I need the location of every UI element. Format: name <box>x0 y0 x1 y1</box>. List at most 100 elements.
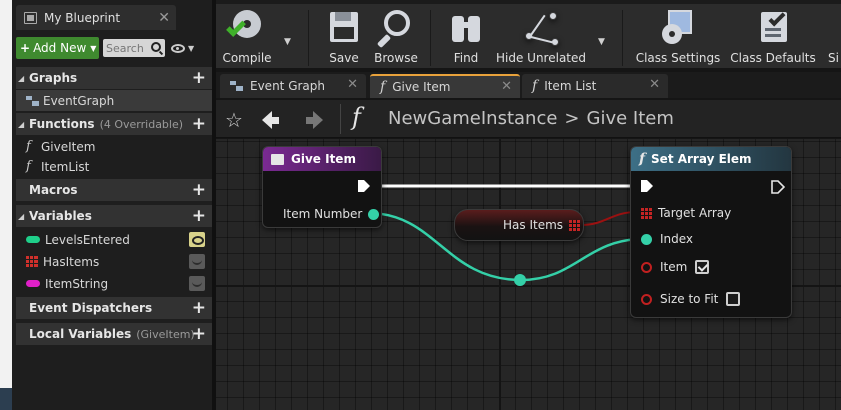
variable-item-itemstring[interactable]: ItemString <box>16 273 212 294</box>
breadcrumb: NewGameInstance > Give Item <box>388 108 674 129</box>
give-item-node-header[interactable]: Give Item <box>263 147 381 171</box>
close-icon[interactable]: ✕ <box>649 77 660 92</box>
hide-unrelated-label: Hide Unrelated <box>496 51 587 65</box>
simulation-button-partial[interactable]: Si <box>828 8 841 70</box>
exec-pin-icon <box>358 180 370 192</box>
integer-pin-icon <box>368 208 380 220</box>
integer-type-icon <box>26 236 40 243</box>
macros-section-header[interactable]: Macros + <box>16 179 212 201</box>
function-graph-icon: f <box>352 103 361 131</box>
tab-item-list[interactable]: f Item List ✕ <box>522 74 668 98</box>
compile-options-chevron-icon[interactable]: ▼ <box>284 37 291 47</box>
browse-button[interactable]: Browse <box>374 8 418 70</box>
main-toolbar: Compile ▼ Save Browse Find Hide Unrelate… <box>216 0 841 68</box>
boolean-pin-icon <box>641 261 652 273</box>
target-array-pin[interactable]: Target Array <box>641 206 731 220</box>
my-blueprint-panel: My Blueprint ✕ + Add New ▼ Search ▼ ◢ Gr… <box>12 0 212 410</box>
add-macro-button[interactable]: + <box>192 180 206 200</box>
search-input[interactable]: Search <box>103 39 165 57</box>
toolbar-separator <box>622 10 623 66</box>
search-placeholder: Search <box>106 41 144 55</box>
tab-event-graph[interactable]: Event Graph ✕ <box>220 74 366 98</box>
function-item-itemlist[interactable]: f ItemList <box>16 156 212 177</box>
visibility-eye-closed-icon[interactable] <box>189 254 205 269</box>
graph-item-eventgraph[interactable]: EventGraph <box>16 90 212 111</box>
class-settings-button[interactable]: Class Settings <box>636 8 720 70</box>
local-variables-section-header[interactable]: Local Variables (GiveItem) + <box>16 323 212 345</box>
close-icon[interactable]: ✕ <box>501 79 512 94</box>
has-items-get-node[interactable]: Has Items <box>454 209 584 241</box>
compile-button[interactable]: Compile <box>222 8 272 70</box>
has-items-output[interactable]: Has Items <box>503 218 581 232</box>
find-button[interactable]: Find <box>446 8 486 70</box>
binoculars-icon <box>446 8 486 48</box>
graphs-section-header[interactable]: ◢ Graphs + <box>16 67 212 89</box>
simulation-label-partial: Si <box>828 51 839 65</box>
macros-section-title: Macros <box>29 183 78 197</box>
tab-give-item[interactable]: f Give Item ✕ <box>370 74 520 98</box>
save-button[interactable]: Save <box>324 8 364 70</box>
view-options-button[interactable]: ▼ <box>171 43 194 53</box>
exec-out-pin[interactable] <box>771 180 785 194</box>
item-pin[interactable]: Item <box>641 260 710 274</box>
boolean-pin-icon <box>641 293 652 305</box>
array-type-icon <box>26 256 38 267</box>
add-function-button[interactable]: + <box>192 114 206 134</box>
blueprint-tab-icon <box>24 11 37 24</box>
size-to-fit-pin[interactable]: Size to Fit <box>641 292 741 306</box>
variable-item-levelsentered[interactable]: LevelsEntered <box>16 229 212 250</box>
back-arrow-icon[interactable] <box>258 108 282 132</box>
forward-arrow-icon[interactable] <box>302 108 326 132</box>
visibility-eye-open-icon[interactable] <box>189 232 205 247</box>
class-defaults-button[interactable]: Class Defaults <box>730 8 816 70</box>
add-event-dispatcher-button[interactable]: + <box>192 298 206 318</box>
set-array-elem-node[interactable]: f Set Array Elem Target Array Index Item… <box>630 146 792 318</box>
collapse-arrow-icon: ◢ <box>18 119 25 129</box>
set-array-elem-node-header[interactable]: f Set Array Elem <box>631 147 791 171</box>
give-item-entry-node[interactable]: Give Item Item Number <box>262 146 382 228</box>
save-icon <box>324 8 364 48</box>
item-number-pin[interactable]: Item Number <box>283 207 380 221</box>
has-items-node-label: Has Items <box>503 218 564 232</box>
save-label: Save <box>329 51 359 65</box>
close-icon[interactable]: ✕ <box>158 10 170 26</box>
document-tab-bar: Event Graph ✕ f Give Item ✕ f Item List … <box>216 72 841 98</box>
add-local-variable-button[interactable]: + <box>192 324 206 344</box>
hide-unrelated-options-chevron-icon[interactable]: ▼ <box>598 37 605 47</box>
graph-navigation-bar: ☆ f NewGameInstance > Give Item <box>216 100 841 138</box>
graph-canvas[interactable]: Give Item Item Number Has Items f Set Ar… <box>216 139 841 410</box>
close-icon[interactable]: ✕ <box>347 77 358 92</box>
exec-in-pin[interactable] <box>641 180 653 192</box>
add-new-label: Add New <box>33 41 87 55</box>
size-to-fit-checkbox[interactable] <box>726 292 741 306</box>
functions-section-header[interactable]: ◢ Functions (4 Overridable) + <box>16 113 212 135</box>
my-blueprint-tab[interactable]: My Blueprint ✕ <box>16 5 176 30</box>
hide-unrelated-button[interactable]: Hide Unrelated <box>496 8 587 70</box>
browse-label: Browse <box>374 51 418 65</box>
visibility-eye-closed-icon[interactable] <box>189 276 205 291</box>
exec-out-pin[interactable] <box>358 180 370 192</box>
star-icon[interactable]: ☆ <box>222 108 246 132</box>
exec-pin-outline-icon <box>771 180 785 194</box>
graph-item-label: EventGraph <box>43 93 115 108</box>
function-item-giveitem[interactable]: f GiveItem <box>16 136 212 157</box>
item-checkbox[interactable] <box>695 260 710 274</box>
index-pin-label: Index <box>660 232 694 246</box>
background-desktop-strip <box>0 0 12 410</box>
event-dispatchers-section-header[interactable]: Event Dispatchers + <box>16 297 212 319</box>
toolbar-separator <box>308 10 309 66</box>
functions-overridable-count: (4 Overridable) <box>99 117 184 131</box>
tab-label: Give Item <box>392 80 451 94</box>
variable-item-hasitems[interactable]: HasItems <box>16 251 212 272</box>
add-variable-button[interactable]: + <box>192 206 206 226</box>
variables-section-header[interactable]: ◢ Variables + <box>16 205 212 227</box>
breadcrumb-root[interactable]: NewGameInstance <box>388 108 557 129</box>
function-icon: f <box>26 159 31 174</box>
hide-unrelated-icon <box>521 8 561 48</box>
functions-section-title: Functions <box>29 117 95 131</box>
index-pin[interactable]: Index <box>641 232 693 246</box>
add-new-button[interactable]: + Add New ▼ <box>16 37 99 59</box>
collapse-arrow-icon: ◢ <box>18 73 25 83</box>
function-icon: f <box>639 151 646 167</box>
add-graph-button[interactable]: + <box>192 68 206 88</box>
